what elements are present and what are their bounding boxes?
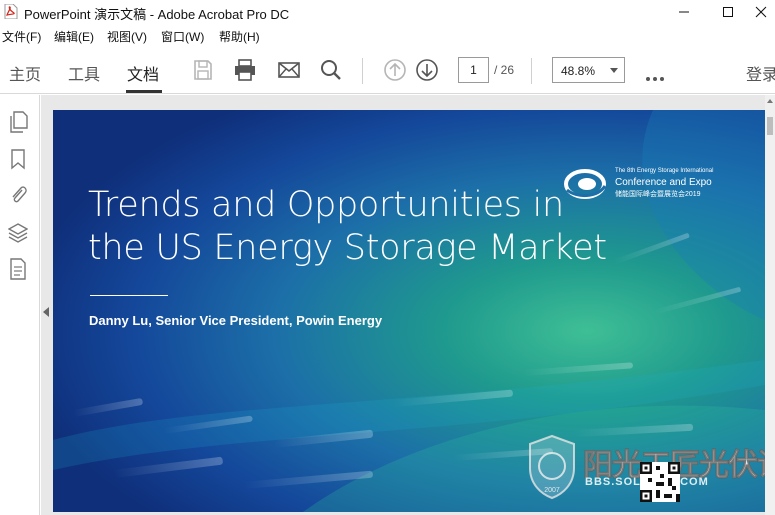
shield-stamp-icon: 2007 [529,434,575,500]
menu-window[interactable]: 窗口(W) [161,28,204,45]
menu-view[interactable]: 视图(V) [107,28,147,45]
toolbar: 主页 工具 文档 1 / 26 48.8% 登录 [0,46,775,94]
active-tab-indicator [126,90,162,93]
window-title: PowerPoint 演示文稿 - Adobe Acrobat Pro DC [24,7,290,22]
more-options-icon[interactable] [646,68,667,86]
previous-page-icon[interactable] [383,58,407,82]
slide-page: The 8th Energy Storage International Con… [53,110,765,512]
slide-title: Trends and Opportunities in the US Energ… [88,184,608,270]
page-total: / 26 [494,63,515,77]
conference-edition: The 8th Energy Storage International [615,168,714,174]
collapse-panel-icon[interactable] [43,307,49,317]
close-icon [755,6,766,18]
toolbar-divider [531,58,532,84]
maximize-icon [723,7,733,17]
left-sidebar [0,95,40,515]
tab-home[interactable]: 主页 [9,61,41,85]
scroll-up-icon[interactable] [767,99,773,103]
title-bar: PowerPoint 演示文稿 - Adobe Acrobat Pro DC [0,0,775,24]
attachment-icon[interactable] [8,184,28,206]
minimize-icon [679,11,689,13]
page-number-input[interactable]: 1 [458,57,489,83]
login-button[interactable]: 登录 [746,61,775,85]
email-icon[interactable] [277,58,301,82]
conference-name: Conference and Expo [615,177,712,188]
menu-edit[interactable]: 编辑(E) [54,28,94,45]
menu-help[interactable]: 帮助(H) [219,28,260,45]
title-divider [90,295,168,296]
watermark-year: 2007 [544,487,560,494]
menu-file[interactable]: 文件(F) [2,28,41,45]
qr-code-image [640,462,680,502]
vertical-scrollbar[interactable] [765,95,775,515]
layers-icon[interactable] [8,221,28,243]
slide-title-line: the US Energy Storage Market [88,228,607,268]
acrobat-pdf-icon [4,4,18,19]
tab-tools[interactable]: 工具 [68,61,100,85]
zoom-value: 48.8% [561,64,596,78]
slide-title-line: Trends and Opportunities in [88,185,564,225]
next-page-icon[interactable] [415,58,439,82]
page-content-icon[interactable] [8,258,28,280]
tab-document[interactable]: 文档 [127,61,159,85]
print-icon[interactable] [233,58,257,82]
scrollbar-thumb[interactable] [767,117,773,135]
conference-name-chinese: 储能国际峰会暨展览会2019 [615,191,701,198]
menu-bar: 文件(F) 编辑(E) 视图(V) 窗口(W) 帮助(H) [0,25,775,45]
maximize-button[interactable] [705,0,751,24]
chevron-down-icon [610,68,618,73]
zoom-select[interactable]: 48.8% [552,57,625,83]
search-icon[interactable] [319,58,343,82]
close-button[interactable] [746,0,775,24]
save-icon[interactable] [191,58,215,82]
bookmark-icon[interactable] [8,148,28,170]
page-thumbnails-icon[interactable] [8,111,28,133]
slide-subtitle: Danny Lu, Senior Vice President, Powin E… [89,313,383,328]
minimize-button[interactable] [661,0,707,24]
toolbar-divider [362,58,363,84]
